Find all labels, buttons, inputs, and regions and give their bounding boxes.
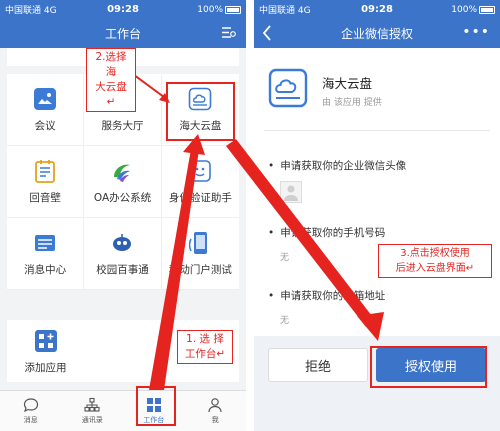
- highlight-authorize-button: [370, 346, 487, 388]
- arrow-to-authorize: [226, 139, 375, 327]
- annotation-step1: 1. 选 择 工作台↵: [177, 330, 233, 364]
- annotation-step3: 3.点击授权使用 后进入云盘界面↵: [378, 244, 492, 278]
- annotation-step2: 2.选择海 大云盘↵: [86, 48, 136, 112]
- arrow-head-authorize: [357, 312, 384, 341]
- highlight-cloud-disk: [166, 82, 235, 141]
- highlight-workbench-tab: [136, 386, 176, 426]
